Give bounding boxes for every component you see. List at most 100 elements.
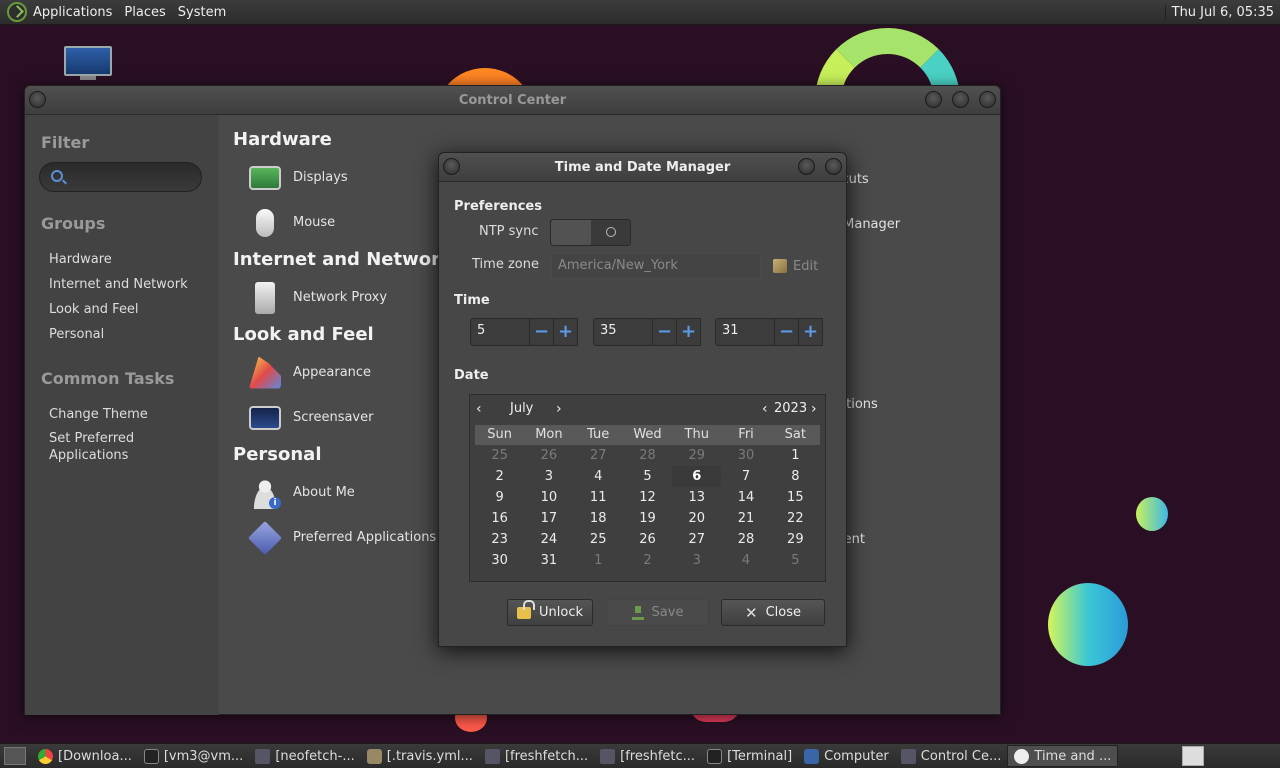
calendar-day[interactable]: 20 [672,508,721,529]
calendar-day[interactable]: 5 [771,550,820,571]
calendar-day[interactable]: 28 [623,445,672,466]
taskbar-item[interactable]: Control Ce... [895,745,1008,767]
control-center-titlebar[interactable]: Control Center [25,86,1000,115]
calendar-day[interactable]: 2 [623,550,672,571]
taskbar-item[interactable]: [freshfetch... [479,745,594,767]
window-menu-button[interactable] [29,91,46,108]
taskbar-item[interactable]: [Downloa... [32,745,138,767]
taskbar-item-label: Computer [824,748,889,764]
taskbar-item[interactable]: [.travis.yml... [361,745,479,767]
save-button[interactable]: Save [606,599,709,626]
taskbar-item[interactable]: [neofetch-... [249,745,360,767]
time-date-titlebar[interactable]: Time and Date Manager [439,153,846,182]
next-year-icon[interactable]: › [811,401,817,417]
group-internet-network[interactable]: Internet and Network [49,272,203,297]
group-look-and-feel[interactable]: Look and Feel [49,297,203,322]
calendar-day[interactable]: 18 [574,508,623,529]
calendar-day[interactable]: 27 [574,445,623,466]
calendar-day[interactable]: 10 [524,487,573,508]
calendar-day[interactable]: 1 [771,445,820,466]
minute-increment-button[interactable]: + [677,318,701,346]
calendar-day[interactable]: 1 [574,550,623,571]
workspace-switcher[interactable] [1182,746,1204,766]
applications-menu[interactable]: Applications [33,5,120,20]
calendar-day[interactable]: 4 [721,550,770,571]
calendar-day[interactable]: 8 [771,466,820,487]
window-menu-button[interactable] [443,158,460,175]
minute-decrement-button[interactable]: − [653,318,677,346]
taskbar-item[interactable]: Time and ... [1007,745,1119,767]
group-hardware[interactable]: Hardware [49,247,203,272]
calendar-day[interactable]: 22 [771,508,820,529]
calendar-day[interactable]: 7 [721,466,770,487]
task-set-preferred-applications[interactable]: Set Preferred Applications [49,427,203,465]
system-menu[interactable]: System [178,5,234,20]
panel-clock[interactable]: Thu Jul 6, 05:35 [1164,4,1280,20]
minimize-button[interactable] [798,158,815,175]
calendar-day[interactable]: 4 [574,466,623,487]
calendar-day[interactable]: 26 [524,445,573,466]
prev-month-icon[interactable]: ‹ [476,401,482,417]
calendar-day[interactable]: 30 [721,445,770,466]
taskbar-item[interactable]: [vm3@vm... [138,745,249,767]
calendar-day[interactable]: 31 [524,550,573,571]
time-zone-edit-button[interactable]: Edit [773,253,827,279]
close-button[interactable]: ✕ Close [721,599,825,626]
second-increment-button[interactable]: + [799,318,823,346]
close-label: Close [765,605,801,620]
maximize-button[interactable] [952,91,969,108]
close-window-button[interactable] [979,91,996,108]
minimize-button[interactable] [925,91,942,108]
calendar-day[interactable]: 12 [623,487,672,508]
calendar-day[interactable]: 14 [721,487,770,508]
calendar-day[interactable]: 26 [623,529,672,550]
weekday-label: Wed [633,427,662,442]
calendar-day[interactable]: 16 [475,508,524,529]
display-icon [249,165,281,190]
calendar-day[interactable]: 3 [672,550,721,571]
next-month-icon[interactable]: › [556,401,562,417]
places-menu[interactable]: Places [124,5,173,20]
minute-input[interactable]: 35 [593,318,653,346]
hour-decrement-button[interactable]: − [530,318,554,346]
taskbar-item[interactable]: [Terminal] [701,745,798,767]
calendar-day[interactable]: 25 [475,445,524,466]
show-desktop-icon[interactable] [4,747,26,765]
calendar-day[interactable]: 2 [475,466,524,487]
hour-input[interactable]: 5 [470,318,530,346]
calendar-day[interactable]: 28 [721,529,770,550]
second-input[interactable]: 31 [715,318,775,346]
calendar-day[interactable]: 11 [574,487,623,508]
hour-increment-button[interactable]: + [554,318,578,346]
group-personal[interactable]: Personal [49,322,203,347]
calendar-day[interactable]: 29 [672,445,721,466]
calendar-day[interactable]: 13 [672,487,721,508]
taskbar-item[interactable]: [freshfetc... [594,745,701,767]
desktop-computer-icon[interactable] [62,46,114,82]
calendar-day[interactable]: 29 [771,529,820,550]
calendar-day[interactable]: 5 [623,466,672,487]
preferred-applications-icon [248,520,282,555]
calendar-day[interactable]: 24 [524,529,573,550]
calendar-day[interactable]: 9 [475,487,524,508]
prev-year-icon[interactable]: ‹ [762,401,768,417]
calendar-day[interactable]: 6 [672,466,722,487]
calendar-day[interactable]: 3 [524,466,573,487]
mate-logo-icon[interactable] [7,2,27,22]
unlock-button[interactable]: Unlock [507,599,593,626]
calendar-day[interactable]: 27 [672,529,721,550]
calendar-day[interactable]: 19 [623,508,672,529]
taskbar-item[interactable]: Computer [798,745,895,767]
filter-search-input[interactable] [39,162,202,192]
calendar-day[interactable]: 23 [475,529,524,550]
close-dialog-button[interactable] [825,158,842,175]
calendar-day[interactable]: 25 [574,529,623,550]
calendar-day[interactable]: 17 [524,508,573,529]
second-decrement-button[interactable]: − [775,318,799,346]
time-zone-field[interactable]: America/New_York [551,253,761,279]
calendar-day[interactable]: 30 [475,550,524,571]
calendar-day[interactable]: 21 [721,508,770,529]
task-change-theme[interactable]: Change Theme [49,402,203,427]
calendar-day[interactable]: 15 [771,487,820,508]
ntp-sync-toggle[interactable] [550,219,631,246]
